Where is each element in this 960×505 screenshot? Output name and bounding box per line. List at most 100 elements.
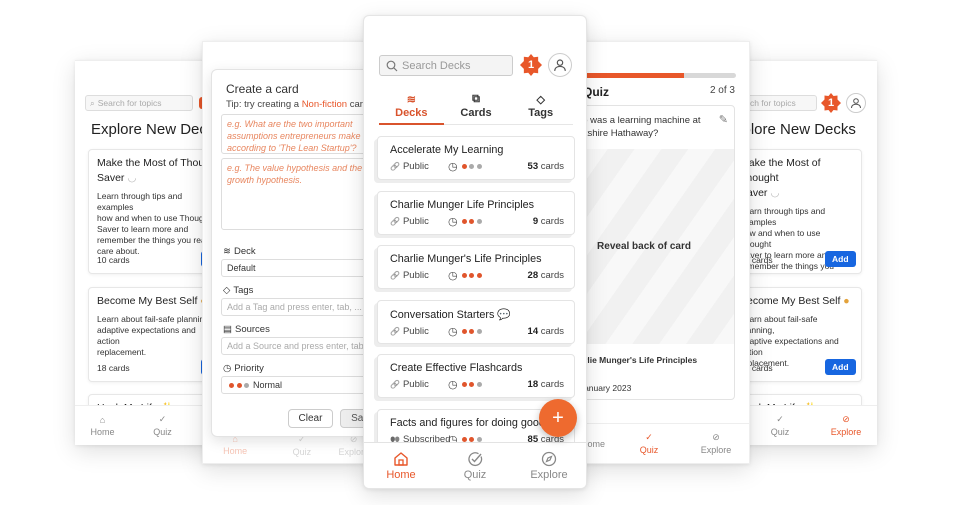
- compass-icon: ⊘: [712, 432, 720, 442]
- quiz-progress-bar: [579, 73, 736, 78]
- nav-quiz[interactable]: ✓ Quiz: [613, 424, 685, 463]
- nav-home[interactable]: ⌂ Home: [75, 406, 130, 445]
- search-icon: [386, 60, 398, 71]
- copy-icon: ⧉: [472, 93, 480, 105]
- tag-icon: ◇: [223, 285, 231, 296]
- bottom-nav: Home Quiz Explore: [364, 442, 586, 488]
- deck-title: Become My Best Self ●: [745, 295, 850, 307]
- nav-quiz[interactable]: ✓ Quiz: [130, 406, 195, 445]
- priority-dots: [461, 382, 482, 387]
- nav-home[interactable]: Home: [364, 443, 438, 488]
- dialog-title: Create a card: [226, 82, 299, 96]
- tab-cards[interactable]: ⧉ Cards: [444, 93, 509, 124]
- topic-search-input[interactable]: Search for topics: [745, 95, 817, 111]
- clock-icon: ◷: [448, 161, 458, 173]
- card-back-input[interactable]: e.g. The value hypothesis and the growth …: [221, 158, 371, 230]
- explore-screen-right: Search for topics 1 Explore New Decks Ma…: [745, 60, 877, 445]
- card-count: 53 cards: [527, 161, 564, 172]
- nav-explore[interactable]: ⊘ Explore: [815, 406, 877, 445]
- flashcard[interactable]: Who was a learning machine at Berkshire H…: [572, 105, 735, 400]
- tab-tags[interactable]: ◇ Tags: [508, 93, 573, 124]
- tip-category-link[interactable]: Non-fiction: [302, 99, 347, 110]
- decks-screen: Search Decks 1 ≋ Decks ⧉ Cards ◇ Tags Ac…: [363, 15, 587, 489]
- page-title: Explore New Decks: [91, 121, 215, 138]
- link-icon: 🔗: [390, 271, 400, 280]
- sources-input[interactable]: Add a Source and press enter, tab, ...: [221, 337, 371, 355]
- deck-select[interactable]: Default: [221, 259, 371, 277]
- deck-meta: 🔗 Public ◷ 14 cards: [390, 325, 564, 338]
- explore-deck-card[interactable]: Make the Most of ThoughtSaver ◡ Learn th…: [88, 149, 215, 274]
- deck-visibility: 🔗 Public: [390, 270, 429, 281]
- link-icon: 🔗: [390, 162, 400, 171]
- nav-explore[interactable]: Explore: [512, 443, 586, 488]
- profile-button[interactable]: [548, 53, 572, 77]
- bottom-nav: Home ✓ Quiz ⊘ Explore: [573, 423, 749, 463]
- priority-dot: [476, 218, 482, 224]
- deck-card[interactable]: Create Effective Flashcards 🔗 Public ◷ 18 ca…: [377, 354, 575, 398]
- explore-deck-card[interactable]: Become My Best Self ● Learn about fail-s…: [745, 287, 862, 382]
- search-icon: ⌕: [90, 97, 95, 108]
- card-front-input[interactable]: e.g. What are the two important assumptio…: [221, 114, 371, 154]
- page-title: Explore New Decks: [745, 121, 856, 138]
- card-meta: Charlie Munger's Life Principles 0 13 Ja…: [572, 355, 698, 393]
- deck-title: Accelerate My Learning: [390, 144, 504, 156]
- deck-card[interactable]: Charlie Munger Life Principles 🔗 Public ◷ 9 …: [377, 190, 575, 235]
- nav-quiz[interactable]: ✓ Quiz: [745, 406, 815, 445]
- explore-deck-card[interactable]: Make the Most of ThoughtSaver ◡ Learn th…: [745, 149, 862, 274]
- notification-badge[interactable]: 1: [821, 93, 841, 113]
- reveal-card-button[interactable]: Reveal back of card: [573, 149, 734, 344]
- clear-button[interactable]: Clear: [288, 409, 333, 428]
- add-card-fab[interactable]: +: [539, 399, 577, 437]
- sources-label: ▤ Sources: [223, 324, 270, 335]
- priority-dots: [461, 328, 482, 334]
- priority-dot: [461, 273, 467, 278]
- add-deck-button[interactable]: Add: [825, 359, 856, 375]
- deck-card[interactable]: Conversation Starters 💬 🔗 Public ◷ 14 cards: [377, 299, 575, 344]
- deck-visibility: 🔗 Public: [390, 215, 429, 227]
- add-deck-button[interactable]: Add: [825, 251, 856, 267]
- deck-card[interactable]: Accelerate My Learning 🔗 Public ◷ 53 cards: [377, 136, 575, 180]
- home-icon: ⌂: [99, 414, 106, 425]
- quiz-icon: ✓: [776, 414, 784, 424]
- clock-icon: ◷: [223, 363, 232, 374]
- deck-visibility: 🔗 Public: [390, 379, 429, 390]
- deck-title: Charlie Munger's Life Principles: [390, 253, 542, 265]
- tab-decks[interactable]: ≋ Decks: [379, 93, 444, 125]
- deck-card[interactable]: Charlie Munger's Life Principles 🔗 Public ◷…: [377, 245, 575, 289]
- clock-icon: ◷: [448, 379, 458, 391]
- user-icon: [851, 98, 861, 109]
- tip-text: Tip: try creating a Non-fiction card: [226, 99, 369, 110]
- card-count: 18 cards: [97, 363, 130, 373]
- priority-dot: [244, 382, 249, 388]
- clock-icon: ◷: [448, 270, 458, 282]
- edit-icon[interactable]: ✎: [719, 113, 728, 126]
- topic-search-input[interactable]: ⌕ Search for topics: [85, 95, 193, 111]
- explore-deck-card[interactable]: Become My Best Self ● Learn about fail-s…: [88, 287, 215, 382]
- create-card-screen: ⌂ Home ✓ Quiz ⊘ Explore Create a card Tip: …: [202, 41, 372, 464]
- tags-input[interactable]: Add a Tag and press enter, tab, ...: [221, 298, 371, 316]
- clock-icon: ◷: [448, 215, 458, 228]
- deck-search-input[interactable]: Search Decks: [379, 55, 513, 76]
- deck-title: Make the Most of ThoughtSaver ◡: [97, 157, 215, 184]
- priority-select[interactable]: Normal: [221, 376, 371, 394]
- deck-title: Become My Best Self ●: [97, 295, 207, 307]
- bottom-nav: ⌂ Home ✓ Quiz: [75, 405, 215, 445]
- nav-explore[interactable]: ⊘ Explore: [685, 424, 747, 463]
- priority-dot: [476, 328, 482, 334]
- deck-title: Charlie Munger Life Principles: [390, 198, 535, 211]
- card-count: 18 cards: [527, 379, 564, 390]
- priority-dot: [476, 164, 482, 169]
- quiz-progress-text: 2 of 3: [709, 85, 735, 96]
- deck-title: Conversation Starters 💬: [390, 308, 511, 321]
- deck-visibility: 🔗 Public: [390, 161, 429, 172]
- priority-dots: [461, 273, 482, 278]
- quiz-icon: [468, 451, 483, 466]
- quiz-icon: ✓: [645, 432, 653, 442]
- nav-quiz[interactable]: Quiz: [438, 443, 512, 488]
- marketing-collage: ⌕ Search for topics Explore New Decks Ma…: [0, 0, 960, 505]
- deck-meta: 🔗 Public ◷ 9 cards: [390, 215, 564, 228]
- notification-badge[interactable]: 1: [520, 54, 542, 76]
- profile-button[interactable]: [846, 93, 866, 113]
- home-icon: [394, 451, 408, 466]
- create-card-dialog: Create a card Tip: try creating a Non-fi…: [211, 69, 371, 437]
